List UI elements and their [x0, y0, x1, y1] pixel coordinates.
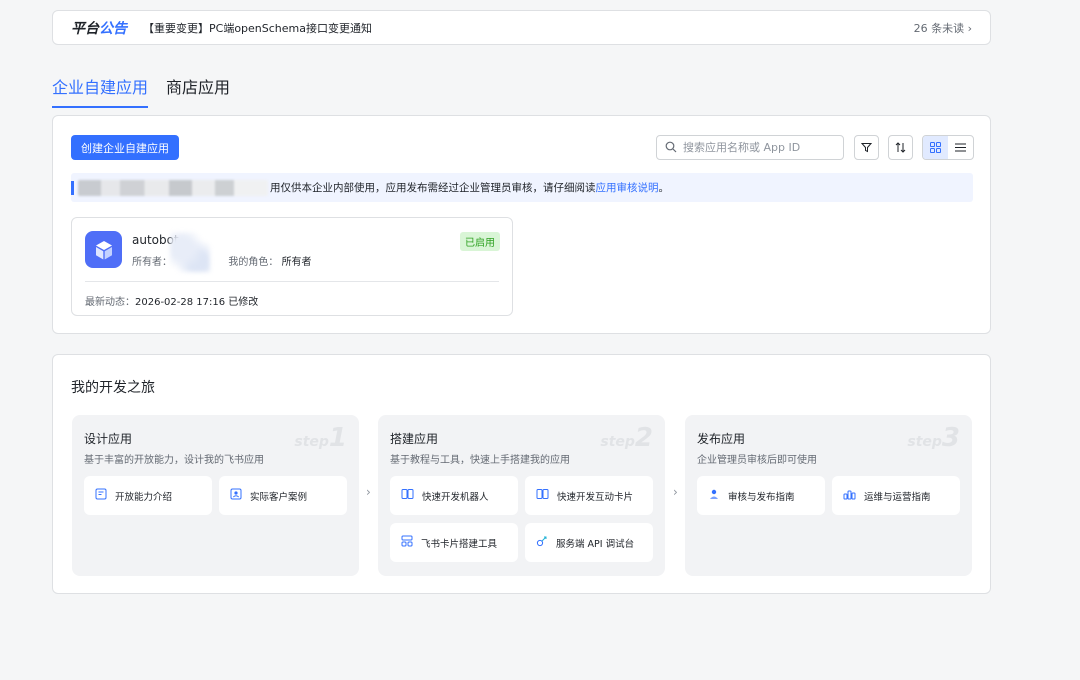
item-label: 飞书卡片搭建工具	[421, 538, 498, 550]
item-label: 快速开发机器人	[422, 491, 489, 503]
filter-icon	[860, 138, 873, 157]
info-text: 用仅供本企业内部使用，应用发布需经过企业管理员审核，请仔细阅读	[270, 182, 596, 194]
step-watermark: step3	[907, 423, 960, 453]
card-builder-link[interactable]: 飞书卡片搭建工具	[390, 523, 518, 562]
step-build: 搭建应用 基于教程与工具，快速上手搭建我的应用 step2 快速开发机器人 快速…	[378, 415, 665, 576]
plug-icon	[536, 535, 548, 550]
item-label: 开放能力介绍	[115, 491, 173, 503]
quick-card-link[interactable]: 快速开发互动卡片	[525, 476, 653, 515]
step-desc: 基于丰富的开放能力，设计我的飞书应用	[84, 455, 264, 466]
apps-panel: 创建企业自建应用 搜索应用名称或 App ID 用仅供本企业内部使用，应用发布需…	[52, 115, 991, 334]
activity-value: 2026-02-28 17:16 已修改	[135, 297, 259, 308]
bar-chart-icon	[843, 488, 856, 503]
step-watermark: step2	[600, 423, 653, 453]
doc-icon	[95, 488, 107, 503]
app-card[interactable]: autobot 所有者： 我的角色： 所有者 已启用 最新动态：2026-02-…	[71, 217, 513, 316]
view-toggle	[922, 135, 974, 160]
person-icon	[708, 488, 720, 503]
step-watermark: step1	[294, 423, 347, 453]
book-icon	[536, 488, 549, 503]
search-icon	[665, 138, 677, 157]
item-label: 服务端 API 调试台	[556, 538, 635, 550]
app-meta: 所有者： 我的角色： 所有者	[132, 253, 312, 268]
capabilities-intro-link[interactable]: 开放能力介绍	[84, 476, 212, 515]
sort-icon	[895, 138, 906, 157]
item-label: 审核与发布指南	[728, 491, 795, 503]
list-icon	[955, 138, 966, 157]
list-view-button[interactable]	[948, 136, 973, 159]
search-input[interactable]	[683, 141, 833, 154]
user-card-icon	[230, 488, 242, 503]
app-tabs: 企业自建应用 商店应用	[52, 74, 230, 108]
sort-button[interactable]	[888, 135, 913, 160]
step-title: 发布应用	[697, 432, 746, 446]
grid-view-button[interactable]	[923, 136, 948, 159]
item-label: 实际客户案例	[250, 491, 308, 503]
tab-store-apps[interactable]: 商店应用	[166, 74, 230, 108]
create-app-button[interactable]: 创建企业自建应用	[71, 135, 179, 160]
app-activity: 最新动态：2026-02-28 17:16 已修改	[85, 293, 258, 308]
review-publish-guide-link[interactable]: 审核与发布指南	[697, 476, 825, 515]
chevron-right-icon: ›	[673, 485, 678, 499]
step-title: 设计应用	[84, 432, 133, 446]
status-badge: 已启用	[460, 232, 500, 251]
layout-icon	[401, 535, 413, 550]
page: 平台公告 【重要变更】PC端openSchema接口变更通知 26 条未读 › …	[0, 0, 1080, 680]
announcement-text[interactable]: 【重要变更】PC端openSchema接口变更通知	[143, 20, 914, 36]
item-label: 快速开发互动卡片	[557, 491, 634, 503]
search-box[interactable]	[656, 135, 844, 160]
owner-label: 所有者：	[132, 257, 172, 268]
quick-bot-link[interactable]: 快速开发机器人	[390, 476, 518, 515]
step-publish: 发布应用 企业管理员审核后即可使用 step3 审核与发布指南 运维与运营指南	[685, 415, 972, 576]
announcement-logo: 平台公告	[71, 20, 127, 37]
step-desc: 基于教程与工具，快速上手搭建我的应用	[390, 455, 570, 466]
step-title: 搭建应用	[390, 432, 439, 446]
filter-button[interactable]	[854, 135, 879, 160]
info-stripe	[71, 180, 74, 195]
journey-title: 我的开发之旅	[71, 380, 155, 396]
ops-guide-link[interactable]: 运维与运营指南	[832, 476, 960, 515]
book-icon	[401, 488, 414, 503]
unread-count-link[interactable]: 26 条未读 ›	[914, 20, 972, 36]
info-notice: 用仅供本企业内部使用，应用发布需经过企业管理员审核，请仔细阅读 应用审核说明 。	[71, 173, 973, 202]
step-desc: 企业管理员审核后即可使用	[697, 455, 817, 466]
grid-icon	[930, 138, 941, 157]
api-debugger-link[interactable]: 服务端 API 调试台	[525, 523, 653, 562]
role-label: 我的角色：	[228, 257, 279, 268]
review-guide-link[interactable]: 应用审核说明	[596, 180, 659, 195]
chevron-right-icon: ›	[366, 485, 371, 499]
item-label: 运维与运营指南	[864, 491, 931, 503]
announcement-bar[interactable]: 平台公告 【重要变更】PC端openSchema接口变更通知 26 条未读 ›	[52, 10, 991, 45]
activity-label: 最新动态：	[85, 297, 135, 308]
role-value: 所有者	[281, 257, 312, 268]
tab-custom-apps[interactable]: 企业自建应用	[52, 74, 149, 108]
divider	[85, 281, 499, 282]
step-design: 设计应用 基于丰富的开放能力，设计我的飞书应用 step1 开放能力介绍 实际客…	[72, 415, 359, 576]
dev-journey-panel: 我的开发之旅 设计应用 基于丰富的开放能力，设计我的飞书应用 step1 开放能…	[52, 354, 991, 594]
customer-cases-link[interactable]: 实际客户案例	[219, 476, 347, 515]
info-suffix: 。	[658, 182, 670, 194]
app-icon	[85, 231, 122, 268]
redacted-text	[78, 179, 268, 196]
